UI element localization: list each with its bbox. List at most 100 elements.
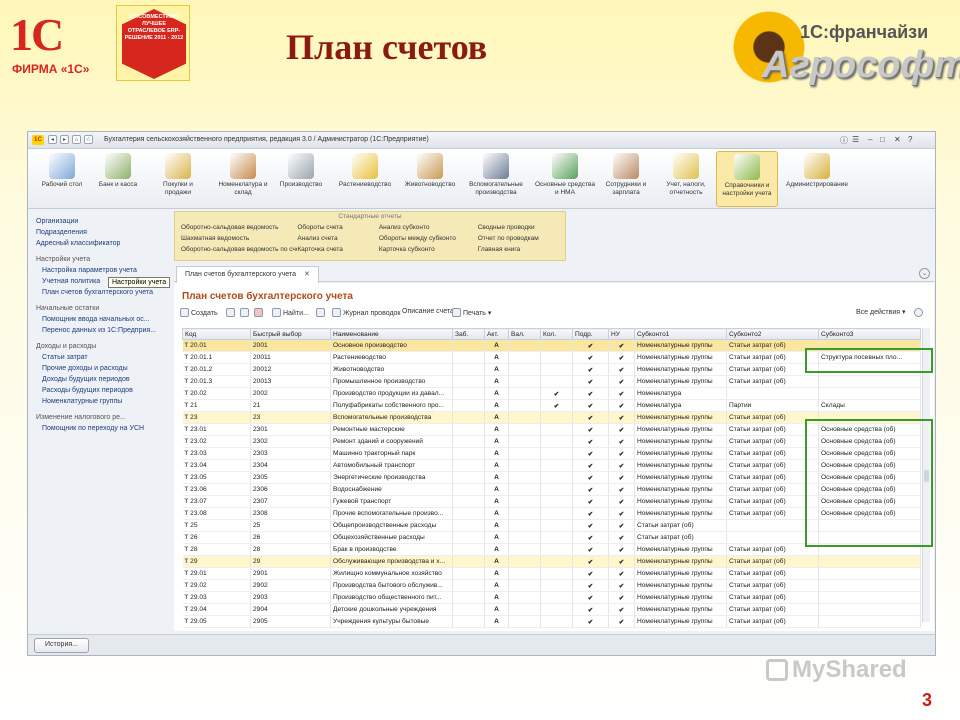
nav-link-accounting-params[interactable]: Настройка параметров учета	[36, 265, 168, 276]
section-catalogs[interactable]: Справочники и настройки учета	[716, 151, 778, 207]
description-button[interactable]: Описание счета	[402, 308, 454, 315]
close-window-icon[interactable]: ✕	[894, 135, 901, 144]
section-desktop[interactable]: Рабочий стол	[38, 153, 86, 189]
back-icon[interactable]: ◂	[48, 135, 57, 144]
section-auxiliary[interactable]: Вспомогательные производства	[464, 153, 528, 197]
delete-button[interactable]	[254, 308, 265, 317]
table-row[interactable]: Т 21 21 Полуфабрикаты собственного про... А ✔…	[182, 399, 921, 412]
nav-link-data-transfer[interactable]: Перенос данных из 1С:Предприя...	[36, 325, 168, 336]
report-link[interactable]: Анализ субконто	[379, 222, 478, 233]
account-code: 23.07	[190, 498, 207, 505]
minimize-icon[interactable]: –	[868, 135, 872, 144]
column-header[interactable]: Субконто1	[634, 328, 727, 340]
journal-button[interactable]: Журнал проводок	[332, 308, 400, 317]
section-purchases[interactable]: Покупки и продажи	[150, 153, 206, 197]
report-link[interactable]: Оборотно-сальдовая ведомость	[181, 222, 297, 233]
column-header[interactable]: Акт.	[484, 328, 509, 340]
cell-val	[508, 375, 541, 388]
table-row[interactable]: Т 20.01.3 20013 Промышленное производство А ✔…	[182, 375, 921, 388]
section-crop-farming[interactable]: Растениеводство	[332, 153, 398, 189]
collapse-icon[interactable]: ⌄	[919, 268, 930, 279]
column-header[interactable]: Субконто3	[818, 328, 921, 340]
table-row[interactable]: Т 29.01 2901 Жилищно коммунальное хозяйство…	[182, 567, 921, 580]
nav-link-deferred-income[interactable]: Доходы будущих периодов	[36, 374, 168, 385]
table-row[interactable]: Т 29 29 Обслуживающие производства и х... А ✔…	[182, 555, 921, 568]
close-tab-icon[interactable]: ✕	[304, 271, 310, 278]
edit-button[interactable]	[240, 308, 251, 317]
report-link[interactable]: Отчет по проводкам	[478, 233, 565, 244]
column-header[interactable]: Код	[182, 328, 251, 340]
logo-1c-caption: ФИРМА «1С»	[12, 62, 90, 76]
cell-s1: Номенклатурные группы	[634, 423, 727, 436]
cell-name: Ремонт зданий и сооружений	[330, 435, 453, 448]
section-taxes[interactable]: Учет, налоги, отчетность	[656, 153, 716, 197]
nav-link-usn-wizard[interactable]: Помощник по переходу на УСН	[36, 423, 168, 434]
table-row[interactable]: Т 29.05 2905 Учреждения культуры бытовые А ✔ ✔…	[182, 615, 921, 628]
report-link[interactable]: Анализ счета	[297, 233, 378, 244]
section-nomenclature[interactable]: Номенклатура и склад	[212, 153, 274, 197]
report-link[interactable]: Оборотно-сальдовая ведомость по счету	[181, 244, 297, 255]
tab-chart-of-accounts[interactable]: План счетов бухгалтерского учета ✕	[176, 266, 319, 283]
section-bank[interactable]: Банк и касса	[94, 153, 142, 189]
history-button[interactable]: История...	[34, 638, 89, 653]
zoom-button[interactable]	[316, 308, 327, 317]
all-actions-button[interactable]: Все действия ▾	[856, 308, 906, 316]
report-link[interactable]: Карточка субконто	[379, 244, 478, 255]
nav-link-other-income[interactable]: Прочие доходы и расходы	[36, 363, 168, 374]
nav-link-address[interactable]: Адресный классификатор	[36, 238, 168, 249]
table-row[interactable]: Т 20.02 2002 Производство продукции из дава…	[182, 387, 921, 400]
home-icon[interactable]: ⌂	[72, 135, 81, 144]
account-code: 23.08	[190, 510, 207, 517]
nav-link-product-groups[interactable]: Номенклатурные группы	[36, 396, 168, 407]
info-icon[interactable]: ⓘ	[840, 135, 848, 146]
column-header[interactable]: Кол.	[540, 328, 573, 340]
report-link[interactable]: Обороты счета	[297, 222, 378, 233]
report-link[interactable]: Карточка счета	[297, 244, 378, 255]
cell-val	[508, 459, 541, 472]
nav-link-cost-items[interactable]: Статьи затрат	[36, 352, 168, 363]
column-header[interactable]: Подр.	[572, 328, 609, 340]
find-button[interactable]: Найти...	[272, 308, 309, 317]
cell-kol	[540, 495, 573, 508]
report-link[interactable]: Обороты между субконто	[379, 233, 478, 244]
column-header[interactable]: Вал.	[508, 328, 541, 340]
table-row[interactable]: Т 29.03 2903 Производство общественного пит…	[182, 591, 921, 604]
star-icon[interactable]: ☆	[84, 135, 93, 144]
cell-zab	[452, 387, 485, 400]
nav-link-deferred-expenses[interactable]: Расходы будущих периодов	[36, 385, 168, 396]
maximize-icon[interactable]: □	[880, 135, 885, 144]
app-1c-icon[interactable]: 1С	[32, 135, 44, 145]
table-row[interactable]: Т 29.02 2902 Производства бытового обслужив…	[182, 579, 921, 592]
column-header[interactable]: Быстрый выбор	[250, 328, 331, 340]
section-admin[interactable]: Администрирование	[782, 153, 852, 189]
account-code-cell: Т 29	[182, 555, 251, 568]
nav-link-opening-wizard[interactable]: Помощник ввода начальных ос...	[36, 314, 168, 325]
column-header[interactable]: НУ	[608, 328, 635, 340]
nav-link-organizations[interactable]: Организации	[36, 216, 168, 227]
table-row[interactable]: Т 29.04 2904 Детские дошкольные учреждения А…	[182, 603, 921, 616]
column-header[interactable]: Субконто2	[726, 328, 819, 340]
account-code-cell: Т 23.03	[182, 447, 251, 460]
report-link[interactable]: Шахматная ведомость	[181, 233, 297, 244]
menu-icon[interactable]: ☰	[852, 135, 859, 144]
account-icon: Т	[184, 451, 189, 457]
nav-link-chart-of-accounts[interactable]: План счетов бухгалтерского учета	[36, 287, 168, 298]
section-employees[interactable]: Сотрудники и зарплата	[600, 153, 652, 197]
column-header[interactable]: Наименование	[330, 328, 453, 340]
window-title: Бухгалтерия сельскохозяйственного предпр…	[104, 136, 429, 143]
section-production[interactable]: Производство	[274, 153, 328, 189]
copy-button[interactable]	[226, 308, 237, 317]
section-livestock[interactable]: Животноводство	[398, 153, 462, 189]
help-icon[interactable]: ?	[908, 135, 912, 144]
forward-icon[interactable]: ▸	[60, 135, 69, 144]
create-button[interactable]: Создать	[180, 308, 218, 317]
nav-link-departments[interactable]: Подразделения	[36, 227, 168, 238]
help-button[interactable]	[914, 308, 925, 317]
cell-s2	[726, 387, 819, 400]
section-fixed-assets[interactable]: Основные средства и НМА	[534, 153, 596, 197]
cell-kol	[540, 471, 573, 484]
report-link[interactable]: Главная книга	[478, 244, 565, 255]
column-header[interactable]: Заб.	[452, 328, 485, 340]
report-link[interactable]: Сводные проводки	[478, 222, 565, 233]
print-button[interactable]: Печать ▾	[452, 308, 491, 317]
